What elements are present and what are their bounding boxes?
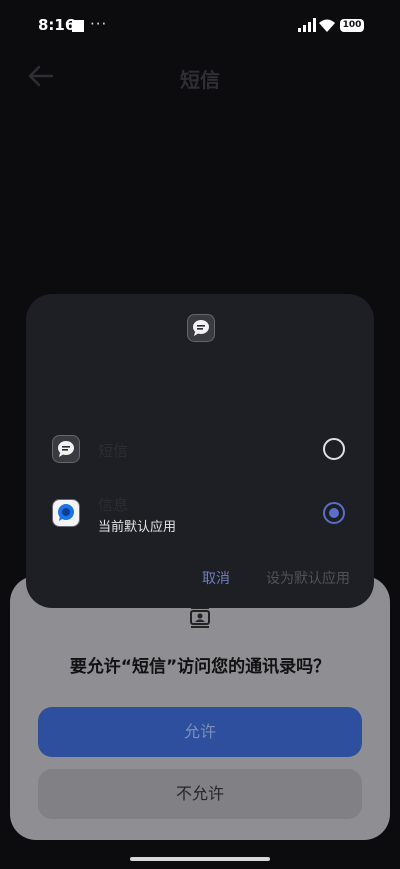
app-option-name: 短信 — [98, 442, 129, 460]
notification-square-icon — [72, 20, 84, 32]
status-bar: 8:16 ··· 100 — [0, 0, 400, 54]
battery-icon: 100 — [340, 19, 364, 32]
messages-app-icon — [187, 314, 215, 342]
signal-icon — [298, 18, 316, 32]
allow-button[interactable]: 允许 — [38, 707, 362, 757]
permission-sheet: 要允许“短信”访问您的通讯录吗？ 允许 不允许 — [10, 576, 390, 840]
more-notifications-indicator: ··· — [90, 15, 108, 33]
permission-question: 要允许“短信”访问您的通讯录吗？ — [69, 657, 331, 677]
google-messages-app-icon — [52, 499, 80, 527]
sms-app-icon — [52, 435, 80, 463]
current-default-label: 当前默认应用 — [98, 520, 177, 535]
app-option-name: 信息 — [98, 496, 129, 514]
app-option-sms[interactable]: 短信 — [26, 420, 374, 480]
cancel-button[interactable]: 取消 — [202, 568, 230, 588]
radio-button[interactable] — [323, 438, 345, 460]
default-app-chooser-dialog: 短信 信息 当前默认应用 取消 设为默认应用 — [26, 294, 374, 608]
set-default-button[interactable]: 设为默认应用 — [266, 568, 350, 588]
app-option-messages[interactable]: 信息 当前默认应用 — [26, 484, 374, 544]
app-header: 短信 — [0, 54, 400, 100]
contacts-icon — [190, 607, 210, 628]
page-title: 短信 — [180, 68, 220, 92]
status-time: 8:16 — [38, 16, 76, 34]
wifi-icon — [319, 19, 335, 32]
deny-button[interactable]: 不允许 — [38, 769, 362, 819]
home-indicator[interactable] — [130, 857, 270, 861]
radio-button-selected[interactable] — [323, 502, 345, 524]
